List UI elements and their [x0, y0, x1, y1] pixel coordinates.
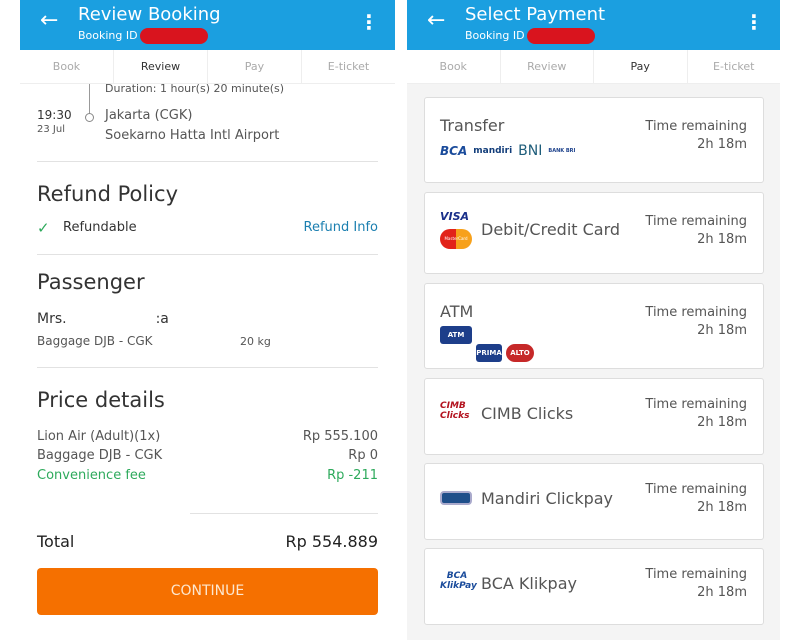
payment-option-cimb[interactable]: CIMB Clicks CIMB Clicks Time remaining 2h…	[424, 378, 764, 455]
departure-city: Jakarta (CGK)	[105, 108, 193, 123]
progress-steps: Book Review Pay E-ticket	[407, 50, 780, 84]
step-review: Review	[501, 50, 594, 83]
prima-logo: PRIMA	[476, 344, 502, 362]
baggage-weight: 20 kg	[240, 335, 271, 348]
time-remaining: Time remaining 2h 18m	[645, 118, 747, 154]
redaction	[139, 28, 208, 44]
select-payment-screen: ← Select Payment Booking ID ⋮ Book Revie…	[407, 0, 780, 640]
bank-logos: BCA mandiri BNI BANK BRI	[440, 140, 581, 159]
departure-airport: Soekarno Hatta Intl Airport	[105, 128, 280, 143]
time-remaining: Time remaining 2h 18m	[645, 396, 747, 432]
visa-logo: VISA	[440, 210, 470, 223]
bni-logo: BNI	[518, 142, 543, 159]
booking-id: Booking ID	[78, 28, 208, 44]
refundable-status: Refundable	[63, 220, 137, 235]
method-name: Mandiri Clickpay	[481, 489, 614, 508]
step-pay: Pay	[208, 50, 302, 83]
time-label: Time remaining	[645, 305, 747, 320]
app-bar: ← Select Payment Booking ID ⋮	[407, 0, 780, 50]
more-menu-icon[interactable]: ⋮	[744, 10, 764, 34]
price-label: Baggage DJB - CGK	[37, 448, 163, 463]
atm-logos: ATM BERSAMAPRIMA ALTO	[440, 326, 538, 362]
timeline-dot	[85, 113, 94, 122]
price-value: Rp 555.100	[302, 429, 378, 444]
departure-time: 19:30	[37, 108, 72, 122]
time-remaining: Time remaining 2h 18m	[645, 566, 747, 602]
time-label: Time remaining	[645, 214, 747, 229]
payment-option-mandiri-clickpay[interactable]: Mandiri Clickpay Time remaining 2h 18m	[424, 463, 764, 540]
time-value: 2h 18m	[697, 323, 747, 338]
price-value: Rp 0	[348, 448, 378, 463]
passenger-heading: Passenger	[37, 270, 145, 294]
method-name: Transfer	[440, 116, 505, 135]
continue-button[interactable]: CONTINUE	[37, 568, 378, 615]
price-heading: Price details	[37, 388, 165, 412]
time-label: Time remaining	[645, 397, 747, 412]
payment-option-card[interactable]: VISA MasterCard Debit/Credit Card Time r…	[424, 192, 764, 274]
step-pay: Pay	[594, 50, 688, 83]
payment-option-transfer[interactable]: Transfer BCA mandiri BNI BANK BRI Time rema…	[424, 97, 764, 183]
time-label: Time remaining	[645, 119, 747, 134]
baggage-route: Baggage DJB - CGK	[37, 334, 153, 348]
time-label: Time remaining	[645, 567, 747, 582]
step-eticket: E-ticket	[713, 60, 755, 73]
time-remaining: Time remaining 2h 18m	[645, 304, 747, 340]
step-book: Book	[407, 50, 501, 83]
method-name: BCA Klikpay	[481, 574, 577, 593]
atm-bersama-logo: ATM BERSAMA	[440, 326, 478, 357]
time-value: 2h 18m	[697, 137, 747, 152]
time-remaining: Time remaining 2h 18m	[645, 481, 747, 517]
app-bar: ← Review Booking Booking ID ⋮	[20, 0, 395, 50]
alto-logo: ALTO	[506, 344, 534, 362]
step-book: Book	[20, 50, 114, 83]
divider	[37, 254, 378, 255]
duration: Duration: 1 hour(s) 20 minute(s)	[105, 82, 285, 95]
bca-logo: BCA	[440, 143, 468, 158]
price-label: Lion Air (Adult)(1x)	[37, 429, 161, 444]
step-review: Review	[114, 50, 208, 83]
refund-info-link[interactable]: Refund Info	[304, 220, 379, 235]
method-name: Debit/Credit Card	[481, 220, 621, 239]
time-label: Time remaining	[645, 482, 747, 497]
price-label: Convenience fee	[37, 468, 146, 483]
total-label: Total	[37, 532, 75, 551]
progress-steps: Book Review Pay E-ticket	[20, 50, 395, 84]
payment-option-bca-klikpay[interactable]: BCA KlikPay BCA Klikpay Time remaining 2h…	[424, 548, 764, 625]
more-menu-icon[interactable]: ⋮	[359, 10, 379, 34]
time-remaining: Time remaining 2h 18m	[645, 213, 747, 249]
timeline-line	[89, 84, 90, 114]
booking-id: Booking ID	[465, 28, 595, 44]
total-value: Rp 554.889	[285, 532, 378, 551]
mastercard-logo: MasterCard	[440, 229, 472, 249]
departure-date: 23 Jul	[37, 124, 65, 135]
method-name: ATM	[440, 302, 474, 321]
price-value: Rp -211	[327, 468, 378, 483]
mandiri-card-icon	[440, 491, 472, 505]
review-booking-screen: ← Review Booking Booking ID ⋮ Book Revie…	[20, 0, 395, 640]
divider	[37, 161, 378, 162]
booking-id-label: Booking ID	[78, 29, 138, 42]
time-value: 2h 18m	[697, 415, 747, 430]
refund-heading: Refund Policy	[37, 182, 178, 206]
redaction	[526, 28, 595, 44]
payment-option-atm[interactable]: ATM ATM BERSAMAPRIMA ALTO Time remaining 2…	[424, 283, 764, 369]
time-value: 2h 18m	[697, 500, 747, 515]
page-title: Review Booking	[78, 4, 221, 25]
bca-klikpay-logo: BCA KlikPay	[440, 571, 477, 591]
divider	[37, 367, 378, 368]
bri-logo: BANK BRI	[548, 147, 576, 154]
booking-id-label: Booking ID	[465, 29, 525, 42]
step-eticket: E-ticket	[327, 60, 370, 73]
mandiri-logo: mandiri	[473, 145, 513, 156]
divider	[190, 513, 378, 514]
back-arrow-icon[interactable]: ←	[40, 8, 58, 33]
check-icon: ✓	[37, 219, 50, 237]
cimb-logo: CIMB Clicks	[440, 401, 470, 421]
back-arrow-icon[interactable]: ←	[427, 8, 445, 33]
page-title: Select Payment	[465, 4, 606, 25]
time-value: 2h 18m	[697, 232, 747, 247]
method-name: CIMB Clicks	[481, 404, 574, 423]
passenger-name: Mrs. :a	[37, 311, 169, 327]
time-value: 2h 18m	[697, 585, 747, 600]
